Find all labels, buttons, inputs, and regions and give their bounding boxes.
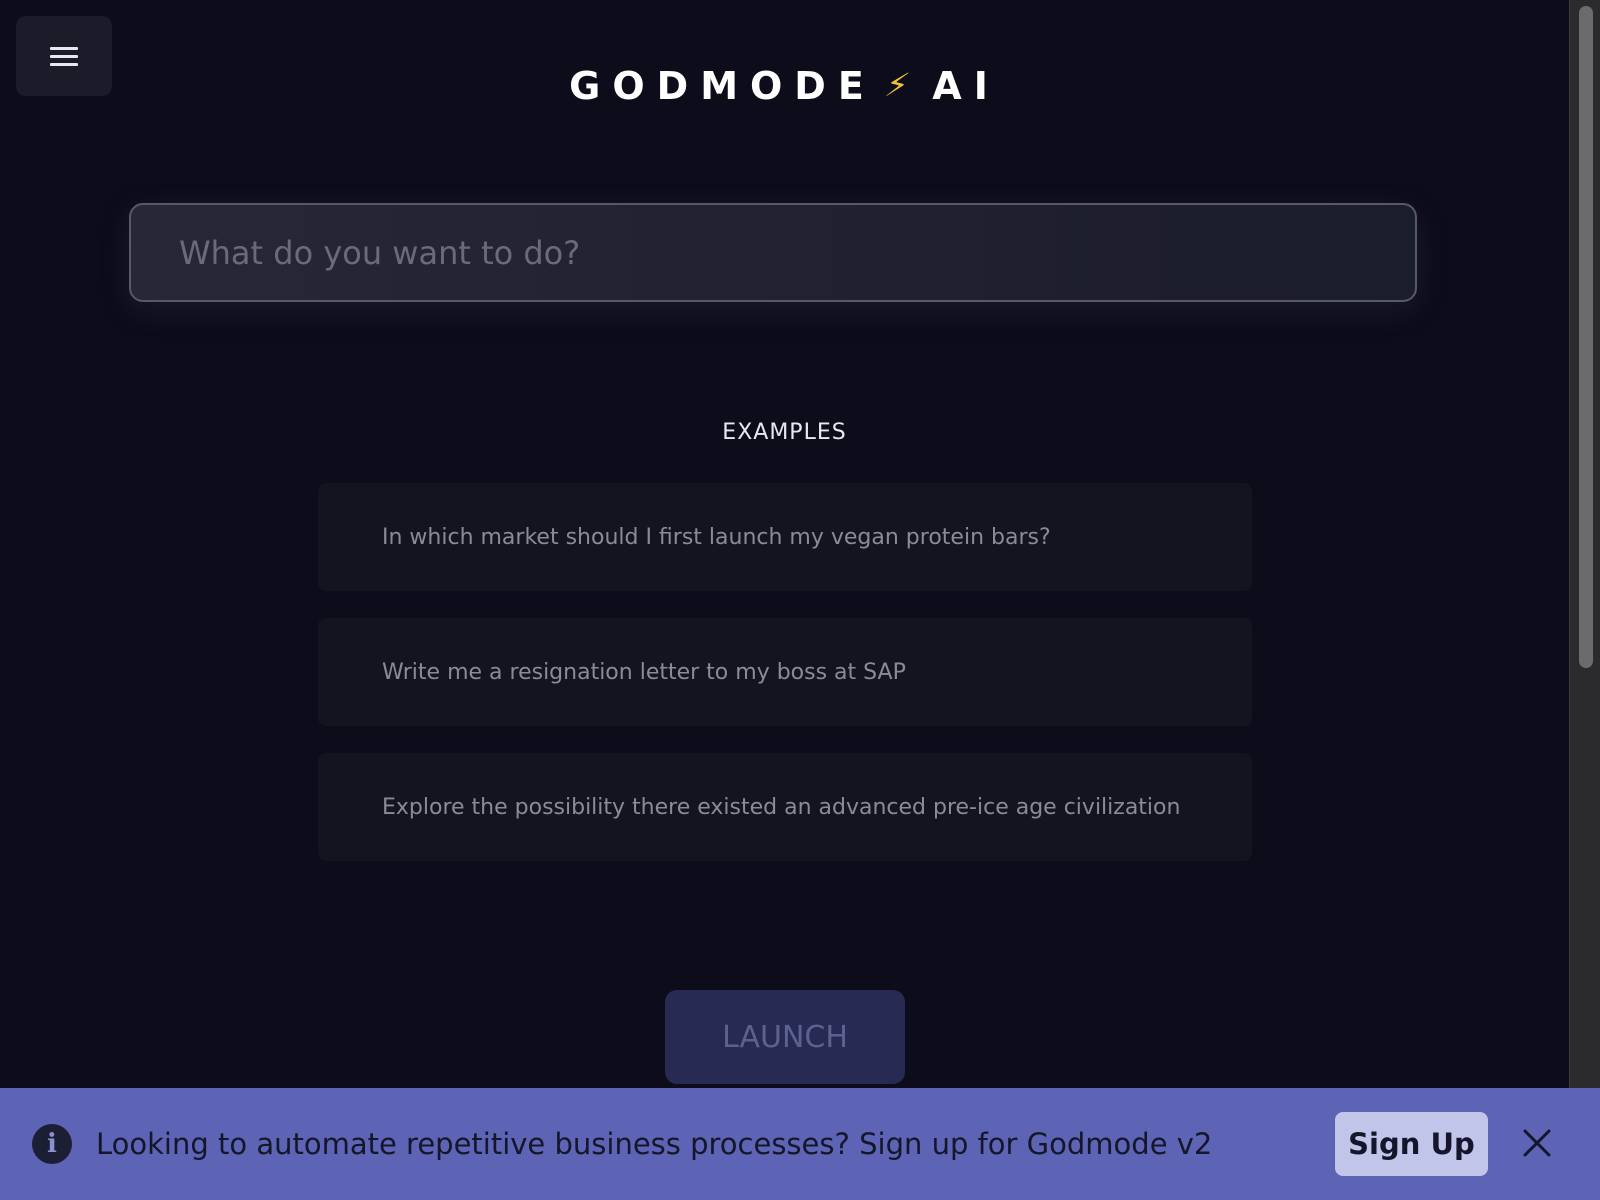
scrollbar-thumb[interactable] (1579, 6, 1593, 668)
page-title: GODMODE ⚡ AI (0, 64, 1569, 108)
search-box (129, 203, 1417, 302)
scrollbar[interactable] (1569, 0, 1600, 1088)
example-card[interactable]: In which market should I first launch my… (318, 483, 1252, 591)
lightning-bolt-icon: ⚡ (881, 66, 913, 104)
close-icon (1523, 1129, 1551, 1157)
banner-message: Looking to automate repetitive business … (96, 1127, 1213, 1161)
example-card[interactable]: Explore the possibility there existed an… (318, 753, 1252, 861)
example-text: Write me a resignation letter to my boss… (382, 659, 906, 685)
example-card[interactable]: Write me a resignation letter to my boss… (318, 618, 1252, 726)
sign-up-button[interactable]: Sign Up (1335, 1112, 1488, 1176)
task-input[interactable] (129, 203, 1417, 302)
main-content: GODMODE⚡ AI EXAMPLES In which market shou… (0, 0, 1569, 1088)
close-banner-button[interactable] (1520, 1126, 1554, 1160)
info-icon: i (32, 1124, 72, 1164)
launch-button[interactable]: LAUNCH (665, 990, 905, 1084)
examples-heading: EXAMPLES (722, 420, 847, 445)
title-suffix: AI (932, 64, 1000, 108)
example-text: Explore the possibility there existed an… (382, 794, 1181, 820)
title-text: GODMODE (569, 64, 876, 108)
page: GODMODE⚡ AI EXAMPLES In which market shou… (0, 0, 1600, 1200)
example-text: In which market should I first launch my… (382, 524, 1051, 550)
